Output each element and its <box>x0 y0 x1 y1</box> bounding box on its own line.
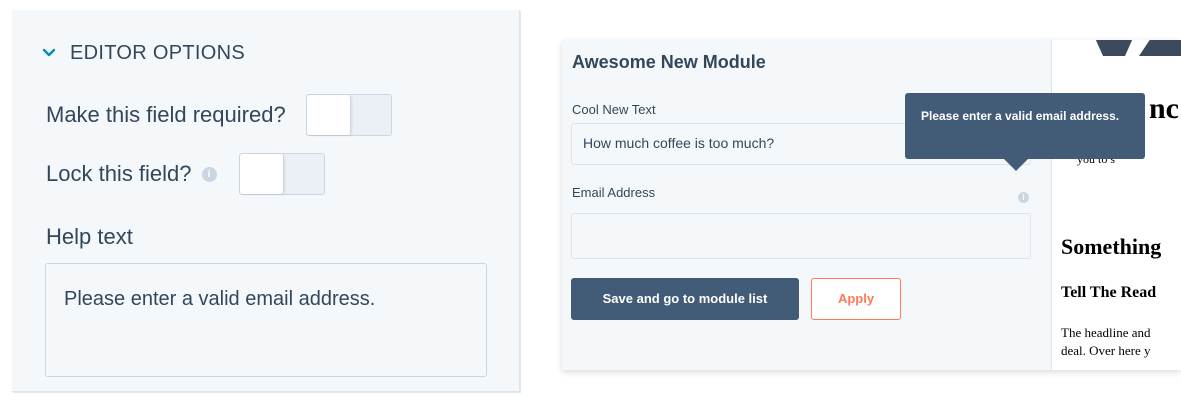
required-label: Make this field required? <box>46 102 286 127</box>
lock-toggle[interactable] <box>238 153 325 195</box>
help-tooltip: Please enter a valid email address. <box>905 93 1145 159</box>
email-field-input[interactable] <box>571 213 1031 259</box>
required-row: Make this field required? <box>46 94 392 136</box>
save-and-go-button[interactable]: Save and go to module list <box>571 278 799 320</box>
info-icon[interactable]: i <box>201 166 217 182</box>
toggle-track <box>284 154 324 194</box>
preview-heading: nc <box>1149 92 1179 125</box>
module-title: Awesome New Module <box>572 52 766 72</box>
preview-subheading: Tell The Read <box>1061 284 1157 301</box>
module-form-panel: Awesome New Module Cool New Text How muc… <box>562 40 1052 370</box>
preview-section-heading: Something <box>1061 234 1162 259</box>
preview-body: The headline and deal. Over here y <box>1061 324 1151 359</box>
module-editor: Awesome New Module Cool New Text How muc… <box>562 40 1181 370</box>
toggle-knob <box>306 95 351 135</box>
toggle-track <box>351 95 391 135</box>
editor-options-header[interactable]: EDITOR OPTIONS <box>42 40 245 66</box>
lock-label: Lock this field? <box>46 161 192 186</box>
apply-button[interactable]: Apply <box>811 278 901 320</box>
section-title: EDITOR OPTIONS <box>70 41 245 64</box>
toggle-knob <box>239 154 284 194</box>
editor-options-panel: EDITOR OPTIONS Make this field required?… <box>12 10 520 392</box>
required-toggle[interactable] <box>305 94 392 136</box>
lock-row: Lock this field? i <box>46 153 325 195</box>
email-field-label: Email Address <box>572 185 656 200</box>
text-field-label: Cool New Text <box>572 102 656 117</box>
preview-body-line: deal. Over here y <box>1061 342 1151 358</box>
page-preview: nc you to s Something Tell The Read The … <box>1053 40 1181 370</box>
chevron-down-icon[interactable] <box>42 46 56 60</box>
preview-body-line: The headline and <box>1061 325 1151 340</box>
logo-icon <box>1095 40 1181 63</box>
info-icon[interactable]: i <box>1018 192 1029 203</box>
help-text-field[interactable]: Please enter a valid email address. <box>45 263 487 377</box>
help-text-label: Help text <box>46 224 133 249</box>
tooltip-arrow <box>1004 159 1028 171</box>
